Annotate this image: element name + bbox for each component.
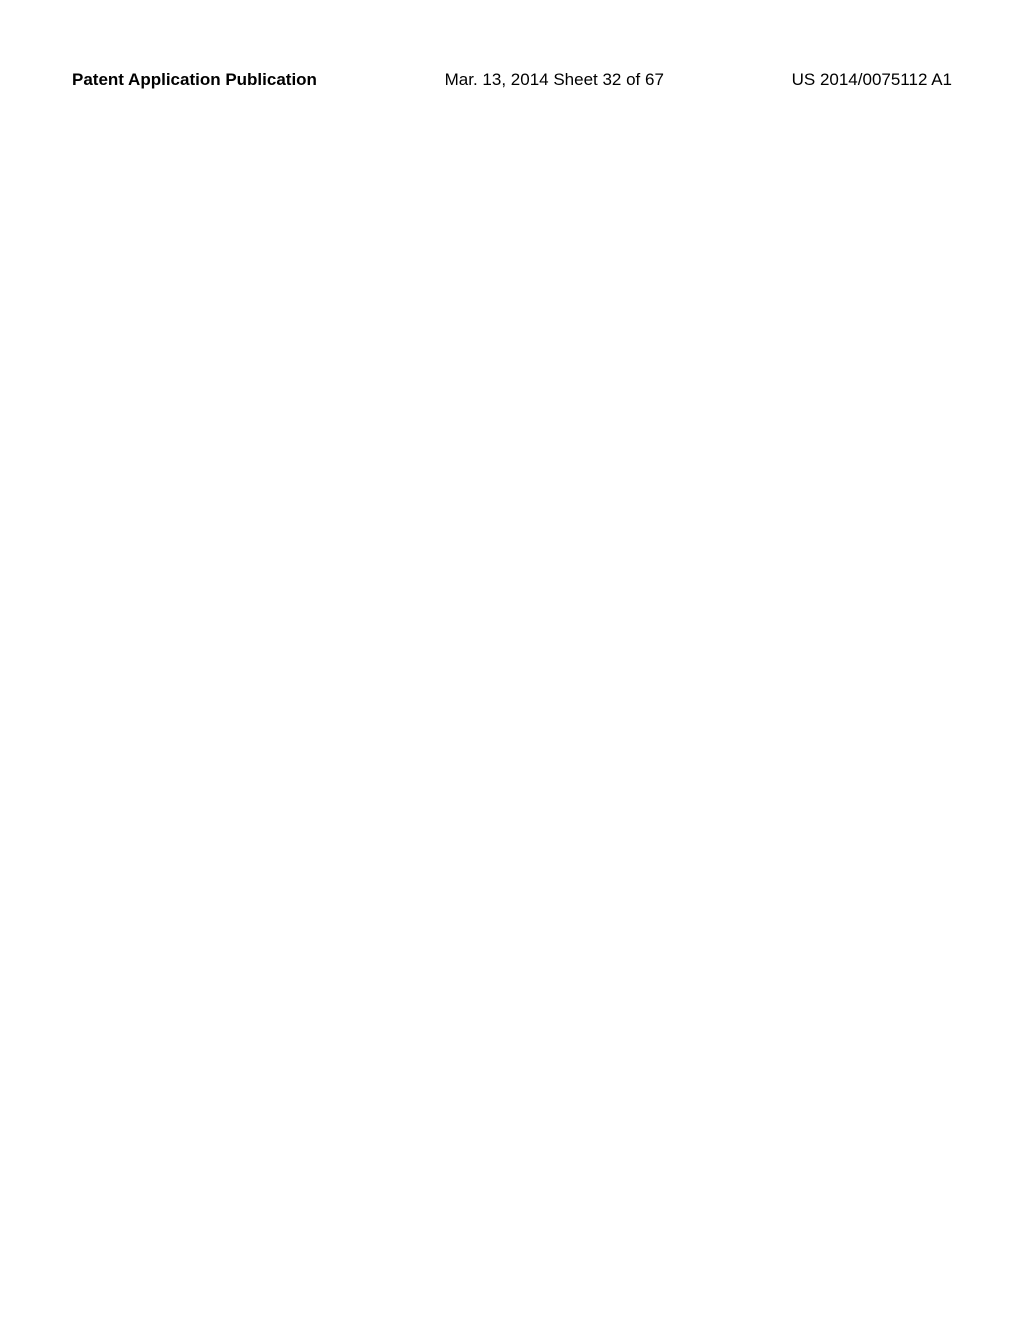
- header-left: Patent Application Publication: [72, 70, 317, 90]
- page-header: Patent Application Publication Mar. 13, …: [0, 0, 1024, 100]
- header-center: Mar. 13, 2014 Sheet 32 of 67: [445, 70, 664, 90]
- header-right: US 2014/0075112 A1: [792, 70, 952, 90]
